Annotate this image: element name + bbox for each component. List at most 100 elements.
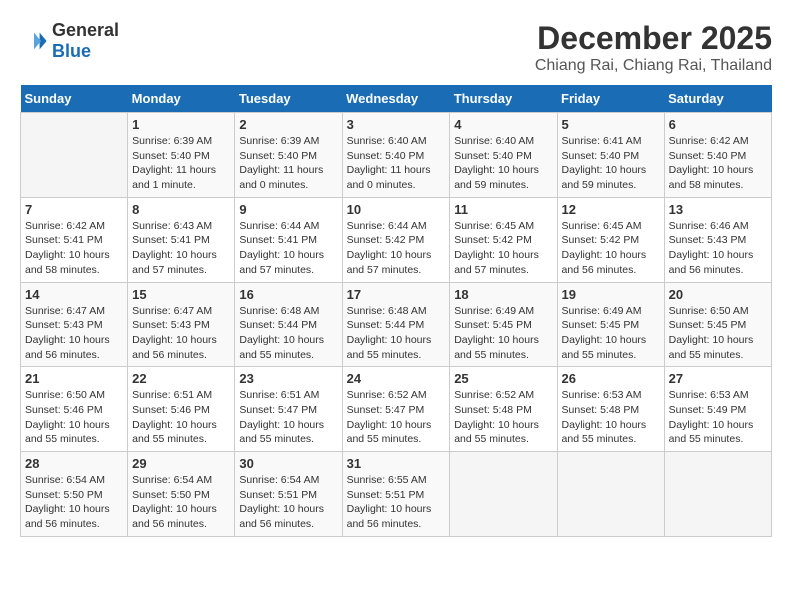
calendar-cell: 19 Sunrise: 6:49 AMSunset: 5:45 PMDayligh… bbox=[557, 282, 664, 367]
calendar-cell bbox=[664, 452, 771, 537]
calendar-week-row: 14Sunrise: 6:47 AMSunset: 5:43 PMDayligh… bbox=[21, 282, 772, 367]
day-info: Sunrise: 6:54 AMSunset: 5:50 PMDaylight:… bbox=[25, 473, 123, 532]
day-info: Sunrise: 6:41 AMSunset: 5:40 PMDaylight:… bbox=[562, 134, 660, 193]
day-info: Sunrise: 6:40 AMSunset: 5:40 PMDaylight:… bbox=[454, 134, 552, 193]
calendar-week-row: 7Sunrise: 6:42 AMSunset: 5:41 PMDaylight… bbox=[21, 197, 772, 282]
calendar-day-header-wednesday: Wednesday bbox=[342, 85, 450, 113]
day-info: Sunrise: 6:52 AMSunset: 5:48 PMDaylight:… bbox=[454, 388, 552, 447]
day-number: 25 bbox=[454, 371, 552, 386]
calendar-cell: 12 Sunrise: 6:45 AMSunset: 5:42 PMDayligh… bbox=[557, 197, 664, 282]
day-number: 16 bbox=[239, 287, 337, 302]
calendar-cell: 20 Sunrise: 6:50 AMSunset: 5:45 PMDayligh… bbox=[664, 282, 771, 367]
calendar-cell bbox=[557, 452, 664, 537]
page-title: December 2025 bbox=[535, 20, 772, 57]
calendar-cell: 27 Sunrise: 6:53 AMSunset: 5:49 PMDayligh… bbox=[664, 367, 771, 452]
calendar-cell: 11 Sunrise: 6:45 AMSunset: 5:42 PMDayligh… bbox=[450, 197, 557, 282]
day-info: Sunrise: 6:45 AMSunset: 5:42 PMDaylight:… bbox=[454, 219, 552, 278]
calendar-cell: 3 Sunrise: 6:40 AMSunset: 5:40 PMDaylight… bbox=[342, 113, 450, 198]
day-number: 12 bbox=[562, 202, 660, 217]
calendar-cell: 13 Sunrise: 6:46 AMSunset: 5:43 PMDayligh… bbox=[664, 197, 771, 282]
page-subtitle: Chiang Rai, Chiang Rai, Thailand bbox=[535, 57, 772, 75]
day-number: 3 bbox=[347, 117, 446, 132]
calendar-cell: 7Sunrise: 6:42 AMSunset: 5:41 PMDaylight… bbox=[21, 197, 128, 282]
calendar-day-header-thursday: Thursday bbox=[450, 85, 557, 113]
day-info: Sunrise: 6:40 AMSunset: 5:40 PMDaylight:… bbox=[347, 134, 446, 193]
day-info: Sunrise: 6:39 AMSunset: 5:40 PMDaylight:… bbox=[239, 134, 337, 193]
day-number: 4 bbox=[454, 117, 552, 132]
calendar-cell: 22 Sunrise: 6:51 AMSunset: 5:46 PMDayligh… bbox=[128, 367, 235, 452]
calendar-cell: 10Sunrise: 6:44 AMSunset: 5:42 PMDayligh… bbox=[342, 197, 450, 282]
calendar-week-row: 28 Sunrise: 6:54 AMSunset: 5:50 PMDayligh… bbox=[21, 452, 772, 537]
calendar-cell bbox=[21, 113, 128, 198]
calendar-cell: 9 Sunrise: 6:44 AMSunset: 5:41 PMDaylight… bbox=[235, 197, 342, 282]
day-number: 21 bbox=[25, 371, 123, 386]
calendar-cell: 8Sunrise: 6:43 AMSunset: 5:41 PMDaylight… bbox=[128, 197, 235, 282]
day-info: Sunrise: 6:49 AMSunset: 5:45 PMDaylight:… bbox=[454, 304, 552, 363]
calendar-day-header-tuesday: Tuesday bbox=[235, 85, 342, 113]
day-number: 9 bbox=[239, 202, 337, 217]
calendar-cell: 2Sunrise: 6:39 AMSunset: 5:40 PMDaylight… bbox=[235, 113, 342, 198]
day-number: 22 bbox=[132, 371, 230, 386]
calendar-cell: 4 Sunrise: 6:40 AMSunset: 5:40 PMDaylight… bbox=[450, 113, 557, 198]
calendar-cell: 28 Sunrise: 6:54 AMSunset: 5:50 PMDayligh… bbox=[21, 452, 128, 537]
day-info: Sunrise: 6:51 AMSunset: 5:47 PMDaylight:… bbox=[239, 388, 337, 447]
day-info: Sunrise: 6:49 AMSunset: 5:45 PMDaylight:… bbox=[562, 304, 660, 363]
day-info: Sunrise: 6:44 AMSunset: 5:41 PMDaylight:… bbox=[239, 219, 337, 278]
day-info: Sunrise: 6:44 AMSunset: 5:42 PMDaylight:… bbox=[347, 219, 446, 278]
day-info: Sunrise: 6:50 AMSunset: 5:46 PMDaylight:… bbox=[25, 388, 123, 447]
calendar-cell: 31Sunrise: 6:55 AMSunset: 5:51 PMDayligh… bbox=[342, 452, 450, 537]
day-number: 23 bbox=[239, 371, 337, 386]
calendar-week-row: 21 Sunrise: 6:50 AMSunset: 5:46 PMDayligh… bbox=[21, 367, 772, 452]
calendar-cell: 24 Sunrise: 6:52 AMSunset: 5:47 PMDayligh… bbox=[342, 367, 450, 452]
day-info: Sunrise: 6:46 AMSunset: 5:43 PMDaylight:… bbox=[669, 219, 767, 278]
calendar-header-row: SundayMondayTuesdayWednesdayThursdayFrid… bbox=[21, 85, 772, 113]
day-number: 26 bbox=[562, 371, 660, 386]
day-info: Sunrise: 6:42 AMSunset: 5:41 PMDaylight:… bbox=[25, 219, 123, 278]
day-info: Sunrise: 6:50 AMSunset: 5:45 PMDaylight:… bbox=[669, 304, 767, 363]
calendar-cell: 16 Sunrise: 6:48 AMSunset: 5:44 PMDayligh… bbox=[235, 282, 342, 367]
day-number: 27 bbox=[669, 371, 767, 386]
calendar-cell bbox=[450, 452, 557, 537]
title-area: December 2025 Chiang Rai, Chiang Rai, Th… bbox=[535, 20, 772, 75]
logo: General Blue bbox=[20, 20, 119, 62]
day-number: 15 bbox=[132, 287, 230, 302]
day-number: 24 bbox=[347, 371, 446, 386]
day-number: 20 bbox=[669, 287, 767, 302]
day-number: 28 bbox=[25, 456, 123, 471]
calendar-cell: 15Sunrise: 6:47 AMSunset: 5:43 PMDayligh… bbox=[128, 282, 235, 367]
day-info: Sunrise: 6:53 AMSunset: 5:49 PMDaylight:… bbox=[669, 388, 767, 447]
day-number: 17 bbox=[347, 287, 446, 302]
day-number: 5 bbox=[562, 117, 660, 132]
calendar-day-header-monday: Monday bbox=[128, 85, 235, 113]
day-info: Sunrise: 6:48 AMSunset: 5:44 PMDaylight:… bbox=[347, 304, 446, 363]
day-info: Sunrise: 6:43 AMSunset: 5:41 PMDaylight:… bbox=[132, 219, 230, 278]
day-number: 13 bbox=[669, 202, 767, 217]
day-number: 18 bbox=[454, 287, 552, 302]
day-info: Sunrise: 6:48 AMSunset: 5:44 PMDaylight:… bbox=[239, 304, 337, 363]
calendar-table: SundayMondayTuesdayWednesdayThursdayFrid… bbox=[20, 85, 772, 537]
calendar-cell: 18 Sunrise: 6:49 AMSunset: 5:45 PMDayligh… bbox=[450, 282, 557, 367]
day-info: Sunrise: 6:52 AMSunset: 5:47 PMDaylight:… bbox=[347, 388, 446, 447]
calendar-cell: 29Sunrise: 6:54 AMSunset: 5:50 PMDayligh… bbox=[128, 452, 235, 537]
calendar-cell: 30 Sunrise: 6:54 AMSunset: 5:51 PMDayligh… bbox=[235, 452, 342, 537]
calendar-day-header-sunday: Sunday bbox=[21, 85, 128, 113]
calendar-cell: 5 Sunrise: 6:41 AMSunset: 5:40 PMDaylight… bbox=[557, 113, 664, 198]
calendar-cell: 25 Sunrise: 6:52 AMSunset: 5:48 PMDayligh… bbox=[450, 367, 557, 452]
logo-blue: Blue bbox=[52, 41, 91, 61]
day-info: Sunrise: 6:45 AMSunset: 5:42 PMDaylight:… bbox=[562, 219, 660, 278]
day-number: 19 bbox=[562, 287, 660, 302]
calendar-day-header-saturday: Saturday bbox=[664, 85, 771, 113]
day-info: Sunrise: 6:51 AMSunset: 5:46 PMDaylight:… bbox=[132, 388, 230, 447]
header: General Blue December 2025 Chiang Rai, C… bbox=[20, 20, 772, 75]
day-number: 30 bbox=[239, 456, 337, 471]
day-info: Sunrise: 6:42 AMSunset: 5:40 PMDaylight:… bbox=[669, 134, 767, 193]
calendar-cell: 26Sunrise: 6:53 AMSunset: 5:48 PMDayligh… bbox=[557, 367, 664, 452]
day-number: 11 bbox=[454, 202, 552, 217]
day-info: Sunrise: 6:39 AMSunset: 5:40 PMDaylight:… bbox=[132, 134, 230, 193]
day-info: Sunrise: 6:54 AMSunset: 5:51 PMDaylight:… bbox=[239, 473, 337, 532]
calendar-week-row: 1Sunrise: 6:39 AMSunset: 5:40 PMDaylight… bbox=[21, 113, 772, 198]
day-number: 29 bbox=[132, 456, 230, 471]
day-number: 31 bbox=[347, 456, 446, 471]
logo-icon bbox=[20, 27, 48, 55]
calendar-cell: 17 Sunrise: 6:48 AMSunset: 5:44 PMDayligh… bbox=[342, 282, 450, 367]
